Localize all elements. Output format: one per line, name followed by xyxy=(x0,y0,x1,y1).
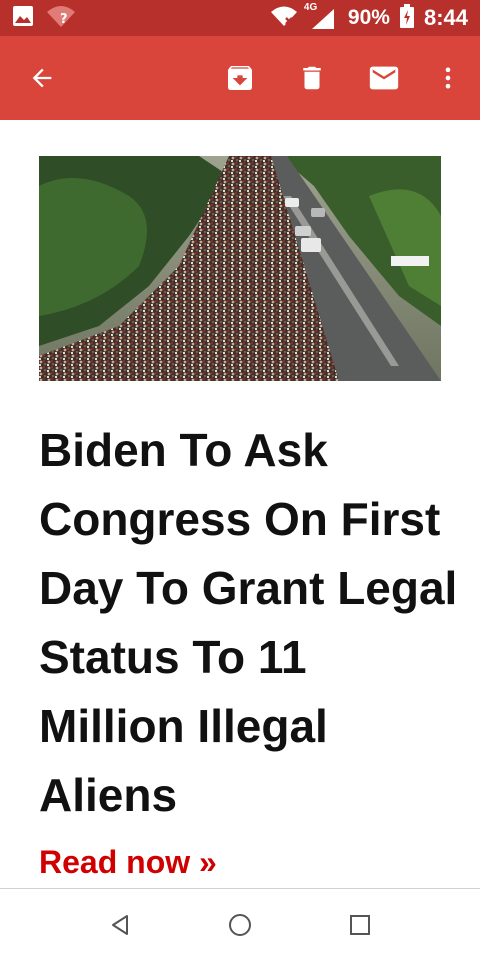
nav-recents-icon[interactable] xyxy=(342,907,378,943)
nav-back-icon[interactable] xyxy=(102,907,138,943)
status-right: 4G 90% 8:44 xyxy=(270,2,468,33)
article-image[interactable] xyxy=(39,156,441,381)
mail-icon[interactable] xyxy=(364,58,404,98)
battery-charging-icon xyxy=(399,3,414,33)
battery-percent: 90% xyxy=(347,6,390,29)
image-icon xyxy=(12,5,34,32)
email-content: Biden To Ask Congress On First Day To Gr… xyxy=(0,120,480,888)
wifi-off-icon xyxy=(270,5,298,32)
navigation-bar xyxy=(0,888,480,960)
signal-icon: 4G xyxy=(304,2,338,30)
status-bar: ? 4G 90% 8:44 xyxy=(0,0,480,36)
back-arrow-icon[interactable] xyxy=(22,58,62,98)
delete-icon[interactable] xyxy=(292,58,332,98)
archive-icon[interactable] xyxy=(220,58,260,98)
app-bar xyxy=(0,36,480,120)
svg-text:?: ? xyxy=(60,12,68,27)
wifi-question-icon: ? xyxy=(46,4,76,33)
status-left: ? xyxy=(12,4,76,33)
more-vert-icon[interactable] xyxy=(428,58,468,98)
crowd-photo xyxy=(39,156,441,381)
nav-home-icon[interactable] xyxy=(222,907,258,943)
read-now-link[interactable]: Read now » xyxy=(39,844,217,881)
network-type: 4G xyxy=(303,2,318,13)
article-headline[interactable]: Biden To Ask Congress On First Day To Gr… xyxy=(39,416,459,830)
clock: 8:44 xyxy=(423,5,468,30)
